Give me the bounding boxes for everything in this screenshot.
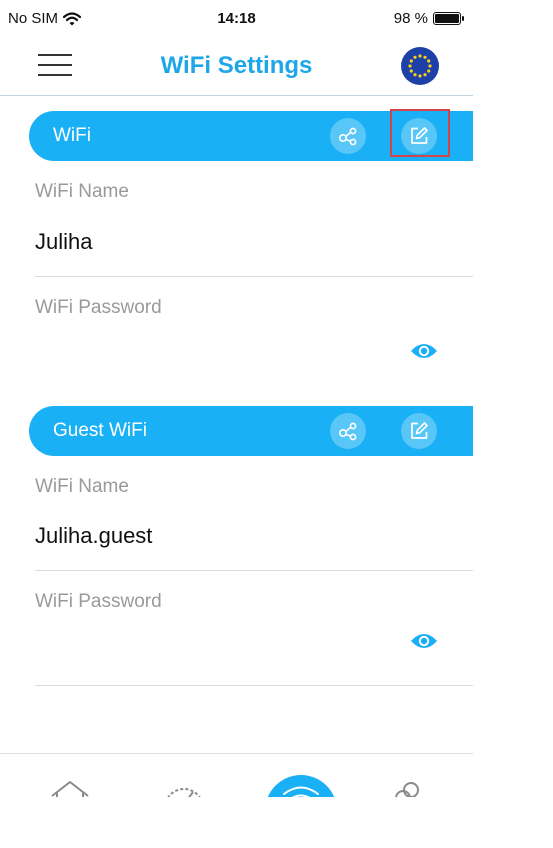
battery-icon — [433, 12, 464, 25]
battery-percent: 98 % — [393, 10, 428, 27]
divider — [35, 570, 473, 571]
home-icon — [51, 781, 89, 797]
guest-name-value[interactable]: Juliha.guest — [35, 523, 152, 549]
wifi-section-header: WiFi — [29, 109, 473, 161]
edit-icon — [411, 422, 428, 439]
wifi-section-title: WiFi — [53, 125, 91, 146]
eye-icon — [411, 344, 437, 358]
bottom-navigation — [0, 753, 473, 797]
region-button[interactable] — [401, 47, 439, 85]
nav-devices[interactable] — [386, 778, 430, 797]
nav-speedtest[interactable] — [162, 778, 206, 797]
wifi-name-label: WiFi Name — [35, 181, 129, 202]
guest-name-label: WiFi Name — [35, 476, 129, 497]
edit-button-highlight — [390, 109, 450, 157]
wifi-share-button[interactable] — [330, 118, 366, 154]
users-icon — [395, 782, 419, 797]
guest-password-label: WiFi Password — [35, 591, 162, 612]
guest-wifi-section-title: Guest WiFi — [53, 420, 147, 441]
speedometer-icon — [167, 788, 201, 797]
battery-status: 98 % — [393, 10, 464, 27]
share-icon — [338, 127, 357, 146]
status-bar: No SIM 14:18 98 % — [0, 0, 473, 36]
divider — [35, 685, 473, 686]
guest-share-button[interactable] — [330, 413, 366, 449]
eye-icon — [411, 634, 437, 648]
guest-wifi-section-header: Guest WiFi — [29, 406, 473, 456]
wifi-icon — [283, 786, 319, 797]
phone-screen: No SIM 14:18 98 % WiFi Settings WiFi WiF… — [0, 0, 473, 797]
guest-edit-button[interactable] — [401, 413, 437, 449]
nav-wifi[interactable] — [265, 775, 337, 797]
share-icon — [338, 422, 357, 441]
app: No SIM 14:18 98 % WiFi Settings WiFi WiF… — [0, 0, 553, 848]
eu-flag-icon — [408, 54, 432, 78]
app-header: WiFi Settings — [0, 40, 473, 96]
wifi-password-toggle[interactable] — [409, 340, 439, 362]
nav-home[interactable] — [48, 778, 92, 797]
divider — [35, 276, 473, 277]
guest-password-toggle[interactable] — [409, 630, 439, 652]
wifi-password-label: WiFi Password — [35, 297, 162, 318]
wifi-name-value[interactable]: Juliha — [35, 229, 92, 255]
